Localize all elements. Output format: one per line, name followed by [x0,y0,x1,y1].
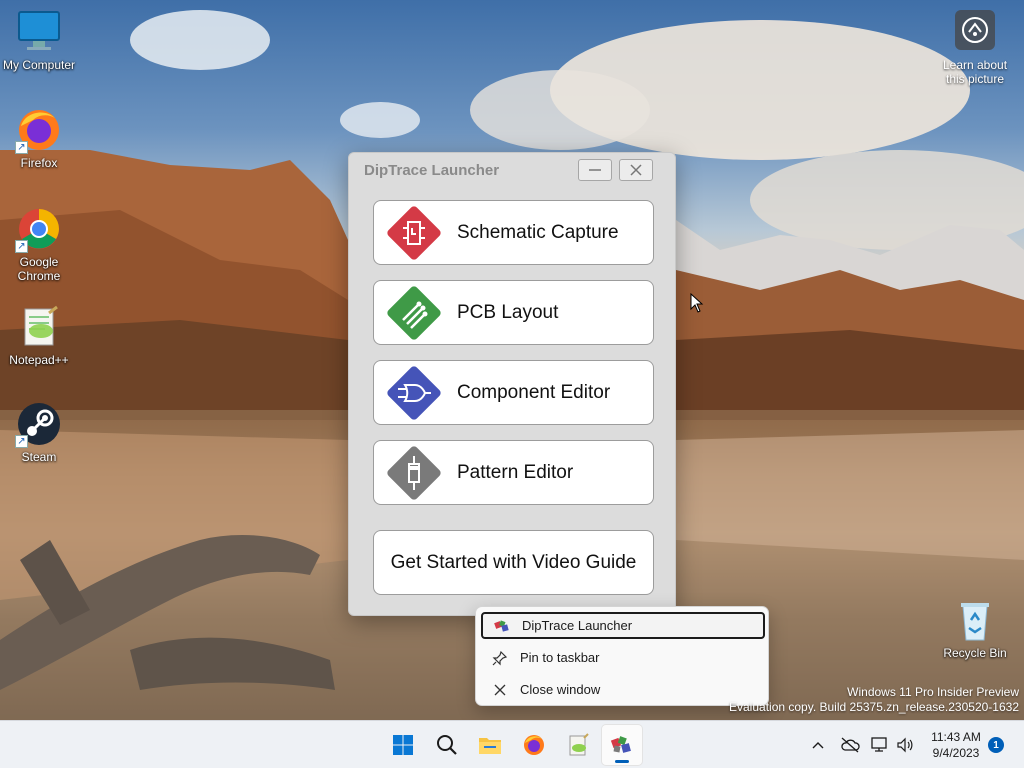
search-icon [437,735,457,755]
close-icon [630,164,642,176]
schematic-icon [385,204,443,262]
diptrace-icon [492,618,512,634]
steam-icon: ↗ [15,400,63,448]
diptrace-launcher-window: DipTrace Launcher Schematic Capture PCB … [348,152,676,616]
desktop-icon-notepadpp[interactable]: Notepad++ [0,303,79,367]
camera-icon [955,10,995,50]
clock-time: 11:43 AM [931,730,981,744]
shortcut-arrow-icon: ↗ [15,141,28,154]
chevron-up-icon [812,742,824,749]
monitor-icon [15,8,63,56]
desktop-icon-label: Firefox [20,156,58,170]
speaker-icon [897,737,913,753]
mouse-cursor-icon [690,293,704,313]
schematic-capture-button[interactable]: Schematic Capture [373,200,654,265]
pattern-icon [385,444,443,502]
chrome-icon: ↗ [15,205,63,253]
network-icon [871,737,887,752]
button-label: Component Editor [457,381,611,403]
desktop-icon-label: My Computer [2,58,76,72]
button-label: Schematic Capture [457,221,619,243]
watermark-line-2: Evaluation copy. Build 25375.zn_release.… [729,700,1019,714]
taskbar-jump-list: DipTrace Launcher Pin to taskbar Close w… [475,606,769,706]
desktop-icon-label: Steam [21,450,57,464]
firefox-icon [524,735,544,755]
minimize-button[interactable] [578,159,612,181]
taskbar-diptrace-launcher[interactable] [602,725,642,765]
desktop-icon-label: Recycle Bin [943,646,1007,660]
desktop-icon-recycle-bin[interactable]: Recycle Bin [935,596,1015,660]
desktop-icon-label: Google Chrome [17,255,61,283]
jump-list-item-pin[interactable]: Pin to taskbar [481,644,765,671]
running-indicator [615,760,629,763]
pattern-editor-button[interactable]: Pattern Editor [373,440,654,505]
watermark-line-1: Windows 11 Pro Insider Preview [847,685,1019,699]
notepadpp-icon [15,303,63,351]
volume-button[interactable] [895,735,915,755]
firefox-icon: ↗ [15,106,63,154]
recycle-bin-icon [951,596,999,644]
network-button[interactable] [870,735,890,755]
jump-list-label: DipTrace Launcher [522,618,633,633]
button-label: Pattern Editor [457,461,574,483]
start-icon [393,735,413,755]
taskbar-search-button[interactable] [427,725,467,765]
pcb-icon [385,284,443,342]
build-watermark: Windows 11 Pro Insider Preview Evaluatio… [729,685,1019,715]
taskbar: 11:43 AM 9/4/2023 1 [0,720,1024,768]
close-icon [490,682,510,698]
desktop-icon-my-computer[interactable]: My Computer [0,8,79,72]
jump-list-label: Pin to taskbar [520,650,600,665]
learn-about-label: Learn about this picture [942,58,1008,86]
close-button[interactable] [619,159,653,181]
minimize-icon [589,169,601,171]
notification-badge[interactable]: 1 [988,737,1004,753]
jump-list-label: Close window [520,682,601,697]
video-guide-button[interactable]: Get Started with Video Guide [373,530,654,595]
component-editor-button[interactable]: Component Editor [373,360,654,425]
taskbar-firefox[interactable] [514,725,554,765]
clock-date: 9/4/2023 [932,746,980,760]
shortcut-arrow-icon: ↗ [15,435,28,448]
show-hidden-icons-button[interactable] [808,735,828,755]
taskbar-file-explorer[interactable] [470,725,510,765]
notepadpp-icon [569,733,589,756]
jump-list-item-close[interactable]: Close window [481,676,765,703]
onedrive-status-button[interactable] [840,735,860,755]
taskbar-notepadpp[interactable] [558,725,598,765]
desktop-icon-chrome[interactable]: ↗ Google Chrome [0,205,79,283]
learn-about-picture[interactable]: Learn about this picture [935,10,1015,86]
button-label: PCB Layout [457,301,559,323]
pcb-layout-button[interactable]: PCB Layout [373,280,654,345]
desktop-icon-steam[interactable]: ↗ Steam [0,400,79,464]
start-button[interactable] [383,725,423,765]
component-icon [385,364,443,422]
taskbar-clock[interactable]: 11:43 AM 9/4/2023 [926,729,986,761]
cloud-offline-icon [841,737,860,753]
desktop-icon-firefox[interactable]: ↗ Firefox [0,106,79,170]
pin-icon [490,650,510,666]
desktop-icon-label: Notepad++ [9,353,69,367]
window-title: DipTrace Launcher [364,162,500,179]
shortcut-arrow-icon: ↗ [15,240,28,253]
jump-list-item-diptrace[interactable]: DipTrace Launcher [481,612,765,639]
file-explorer-icon [479,738,501,754]
diptrace-icon [610,736,631,753]
